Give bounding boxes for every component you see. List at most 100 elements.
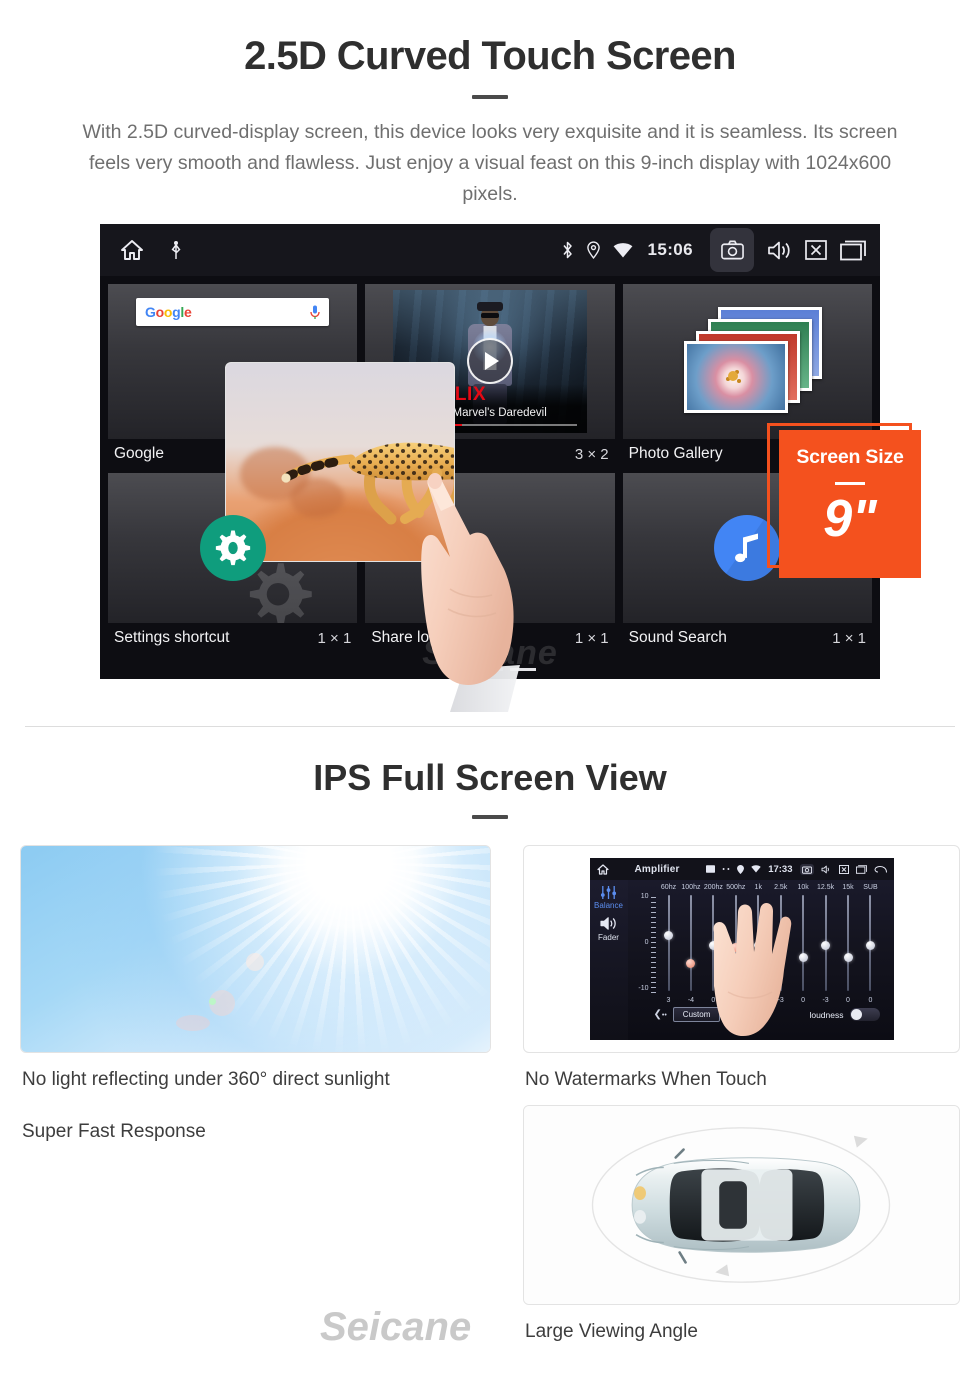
section-description: With 2.5D curved-display screen, this de… <box>82 121 898 205</box>
photo-stack-icon <box>672 306 823 417</box>
feature-cell-fast-response: Super Fast Response <box>20 362 491 1357</box>
scale-label: 10 <box>640 893 649 900</box>
page-title: 2.5D Curved Touch Screen <box>244 34 736 78</box>
section2-title: IPS Full Screen View <box>313 757 667 798</box>
section2-title-underline <box>472 815 508 819</box>
curved-touch-screen-section: 2.5D Curved Touch Screen With 2.5D curve… <box>0 0 980 727</box>
wifi-icon <box>751 865 761 873</box>
band-label: 2.5k <box>774 884 788 891</box>
amplifier-title: Amplifier <box>634 863 680 875</box>
car-top-view-card <box>523 1105 960 1305</box>
camera-icon[interactable] <box>710 228 754 272</box>
microphone-icon[interactable] <box>310 305 320 320</box>
page-dot[interactable] <box>477 668 503 671</box>
google-logo: Google <box>145 304 192 320</box>
photo-gallery-widget[interactable] <box>622 284 872 439</box>
band-label: SUB <box>863 884 878 891</box>
ips-full-screen-view-section: IPS Full Screen View No light reflecting… <box>0 362 980 1357</box>
title-underline <box>472 95 508 99</box>
gain-scale: 10 0 -10 <box>636 893 658 995</box>
page-indicator[interactable] <box>100 668 880 671</box>
back-arrow-icon[interactable] <box>873 865 887 874</box>
volume-icon[interactable] <box>767 240 792 261</box>
wifi-icon <box>613 242 633 258</box>
band-slider[interactable] <box>658 895 680 995</box>
home-icon[interactable] <box>120 239 144 261</box>
screen-size-badge: Screen Size 9" <box>779 430 921 578</box>
feature-cell-sunlight: No light reflecting under 360° direct su… <box>20 845 491 1105</box>
page-dot-active[interactable] <box>510 668 536 671</box>
search-input[interactable]: Google <box>136 298 330 326</box>
car-diagram-svg <box>591 1127 891 1283</box>
gallery-icon <box>706 865 716 873</box>
band-value: 0 <box>868 997 873 1004</box>
device-screen-wrapper: 15:06 Google Google Continue Marvel's Da… <box>0 224 980 714</box>
fader-icon[interactable] <box>599 916 618 931</box>
play-icon[interactable] <box>466 338 513 384</box>
lens-flare <box>175 1014 210 1031</box>
camera-icon[interactable] <box>799 863 814 875</box>
band-value: 3 <box>666 997 671 1004</box>
band-label: 500hz <box>726 884 746 891</box>
card-caption: No Watermarks When Touch <box>525 1069 767 1090</box>
cheetah-illustration <box>281 442 455 525</box>
volume-icon[interactable] <box>821 865 832 874</box>
amplifier-clock: 17:33 <box>768 863 793 875</box>
bluetooth-icon <box>561 241 574 259</box>
widget-name: Google <box>114 445 164 462</box>
previous-preset-icon[interactable]: ❮•• <box>654 1009 667 1020</box>
card-caption: No light reflecting under 360° direct su… <box>22 1069 390 1090</box>
widget-name: Photo Gallery <box>628 445 723 462</box>
loudness-label: loudness <box>809 1009 844 1020</box>
band-value: 0 <box>846 997 850 1004</box>
amplifier-status-bar: Amplifier 17:33 <box>589 858 894 880</box>
more-icon <box>722 867 730 871</box>
home-icon[interactable] <box>596 863 609 875</box>
widget-row-2: Settings shortcut 1 × 1 G <box>108 473 872 657</box>
band-label: 200hz <box>703 884 723 891</box>
widget-row-1: Google Google 3 × 1 <box>108 284 872 473</box>
location-icon <box>737 864 745 874</box>
band-slider[interactable] <box>837 895 859 995</box>
close-icon[interactable] <box>805 240 827 260</box>
balance-icon[interactable] <box>600 886 617 899</box>
amplifier-card: Amplifier 17:33 Balance Fader 60hz 100hz… <box>523 845 960 1053</box>
band-label: 100hz <box>681 884 701 891</box>
amplifier-equalizer-screenshot: Amplifier 17:33 Balance Fader 60hz 100hz… <box>589 858 894 1040</box>
badge-title: Screen Size <box>796 446 904 468</box>
close-icon[interactable] <box>838 864 849 874</box>
android-head-unit-screen: 15:06 Google Google Continue Marvel's Da… <box>100 224 880 679</box>
android-status-bar: 15:06 <box>100 224 880 276</box>
frequency-band-labels: 60hz 100hz 200hz 500hz 1k 2.5k 10k 12.5k… <box>632 884 890 891</box>
page-dot[interactable] <box>444 668 470 671</box>
recent-apps-icon[interactable] <box>855 864 867 874</box>
gear-icon[interactable] <box>199 515 266 581</box>
balance-label[interactable]: Balance <box>594 901 623 910</box>
status-bar-clock: 15:06 <box>647 240 693 259</box>
band-label: 15k <box>842 884 854 891</box>
widget-size: 3 × 2 <box>574 445 609 463</box>
band-slider[interactable] <box>859 895 881 995</box>
open-hand-illustration <box>712 902 791 1037</box>
badge-value: 9" <box>823 490 877 548</box>
band-label: 1k <box>754 884 762 891</box>
widget-picker-grid: Google Google 3 × 1 <box>100 276 880 657</box>
location-icon <box>586 241 600 259</box>
band-label: 10k <box>797 884 809 891</box>
scale-label: 0 <box>644 939 649 946</box>
usb-icon[interactable] <box>170 240 182 260</box>
band-label: 60hz <box>660 884 677 891</box>
band-label: 12.5k <box>817 884 835 891</box>
feature-cell-viewing-angle: Large Viewing Angle <box>523 1105 960 1357</box>
card-caption: Large Viewing Angle <box>525 1321 698 1342</box>
scale-label: -10 <box>638 985 649 992</box>
recent-apps-icon[interactable] <box>840 240 866 261</box>
loudness-toggle[interactable] <box>849 1008 880 1021</box>
sun-rays <box>21 846 490 1052</box>
band-slider[interactable] <box>815 895 837 995</box>
band-value: -3 <box>822 997 829 1004</box>
feature-cell-no-watermarks: Amplifier 17:33 Balance Fader 60hz 100hz… <box>523 845 960 1105</box>
card-caption: Super Fast Response <box>22 1121 206 1142</box>
fader-label[interactable]: Fader <box>598 933 619 942</box>
sunlight-card <box>20 845 491 1053</box>
